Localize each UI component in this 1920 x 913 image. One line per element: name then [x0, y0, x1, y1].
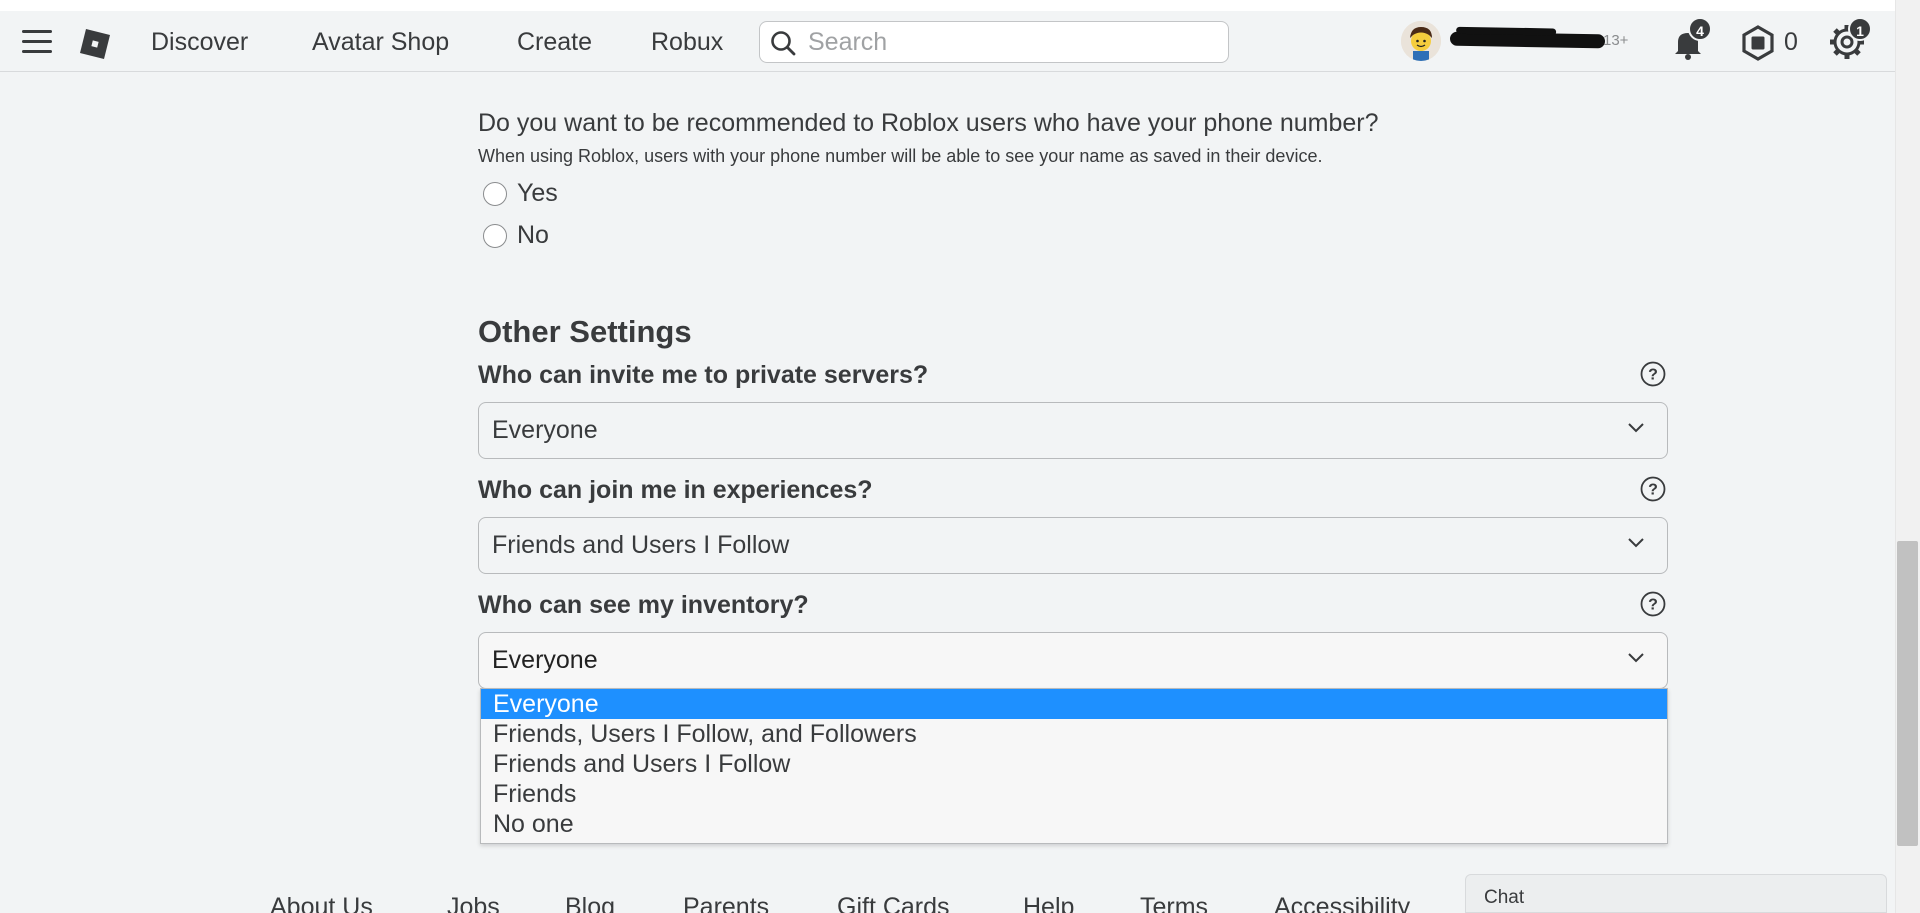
footer-blog[interactable]: Blog [565, 893, 615, 913]
dropdown-option-friends-follow-followers[interactable]: Friends, Users I Follow, and Followers [481, 719, 1667, 749]
nav-avatar-shop[interactable]: Avatar Shop [312, 28, 449, 57]
hamburger-menu-icon[interactable] [22, 30, 52, 54]
radio-yes-label: Yes [517, 179, 558, 207]
gear-icon[interactable]: 1 [1828, 17, 1872, 61]
footer-parents[interactable]: Parents [683, 893, 769, 913]
avatar[interactable] [1401, 21, 1441, 61]
phone-recommendation-question: Do you want to be recommended to Roblox … [478, 109, 1379, 137]
browser-top-strip [0, 0, 1920, 11]
notifications-count-badge: 4 [1688, 17, 1712, 41]
join-experiences-label: Who can join me in experiences? [478, 476, 873, 504]
private-servers-label: Who can invite me to private servers? [478, 361, 929, 389]
dropdown-option-friends-and-follow[interactable]: Friends and Users I Follow [481, 749, 1667, 779]
svg-text:?: ? [1648, 367, 1658, 384]
footer-gift-cards[interactable]: Gift Cards [837, 893, 950, 913]
radio-circle[interactable] [483, 181, 507, 206]
robux-icon[interactable] [1740, 25, 1776, 61]
notifications-bell-icon[interactable]: 4 [1670, 17, 1712, 61]
age-label: 13+ [1603, 32, 1629, 49]
search-box[interactable] [759, 21, 1229, 63]
settings-badge: 1 [1848, 17, 1872, 41]
chat-label: Chat [1484, 887, 1525, 908]
inventory-dropdown-list: Everyone Friends, Users I Follow, and Fo… [480, 688, 1668, 844]
chevron-down-icon [1628, 423, 1644, 433]
username-redacted[interactable] [1449, 31, 1606, 49]
help-icon[interactable]: ? [1640, 361, 1666, 387]
dropdown-option-no-one[interactable]: No one [481, 809, 1667, 839]
footer-jobs[interactable]: Jobs [447, 893, 500, 913]
radio-yes[interactable]: Yes [483, 179, 558, 208]
chevron-down-icon [1628, 538, 1644, 548]
phone-recommendation-description: When using Roblox, users with your phone… [478, 146, 1323, 166]
other-settings-title: Other Settings [478, 314, 692, 349]
nav-robux[interactable]: Robux [651, 28, 723, 57]
svg-text:?: ? [1648, 597, 1658, 614]
inventory-select[interactable]: Everyone [478, 632, 1668, 689]
join-experiences-select[interactable]: Friends and Users I Follow [478, 517, 1668, 574]
dropdown-option-friends[interactable]: Friends [481, 779, 1667, 809]
svg-text:?: ? [1648, 482, 1658, 499]
private-servers-select[interactable]: Everyone [478, 402, 1668, 459]
footer-terms[interactable]: Terms [1140, 893, 1208, 913]
select-value: Everyone [492, 416, 598, 444]
roblox-logo[interactable] [79, 28, 111, 60]
help-icon[interactable]: ? [1640, 591, 1666, 617]
inventory-label: Who can see my inventory? [478, 591, 809, 619]
nav-discover[interactable]: Discover [151, 28, 248, 57]
radio-no[interactable]: No [483, 221, 549, 250]
help-icon[interactable]: ? [1640, 476, 1666, 502]
chevron-down-icon [1628, 653, 1644, 663]
nav-create[interactable]: Create [517, 28, 592, 57]
robux-balance[interactable]: 0 [1784, 28, 1798, 57]
top-navigation-bar: Discover Avatar Shop Create Robux 13+ 4 [0, 11, 1895, 72]
scrollbar-thumb[interactable] [1897, 541, 1918, 846]
dropdown-option-everyone[interactable]: Everyone [481, 689, 1667, 719]
footer-about-us[interactable]: About Us [270, 893, 373, 913]
footer-accessibility[interactable]: Accessibility [1274, 893, 1410, 913]
select-value: Friends and Users I Follow [492, 531, 790, 559]
chat-bar[interactable]: Chat [1465, 874, 1887, 913]
radio-no-label: No [517, 221, 549, 249]
select-value: Everyone [492, 646, 598, 674]
radio-circle[interactable] [483, 223, 507, 248]
search-input[interactable] [808, 26, 1218, 58]
search-icon [771, 31, 796, 56]
footer-help[interactable]: Help [1023, 893, 1074, 913]
